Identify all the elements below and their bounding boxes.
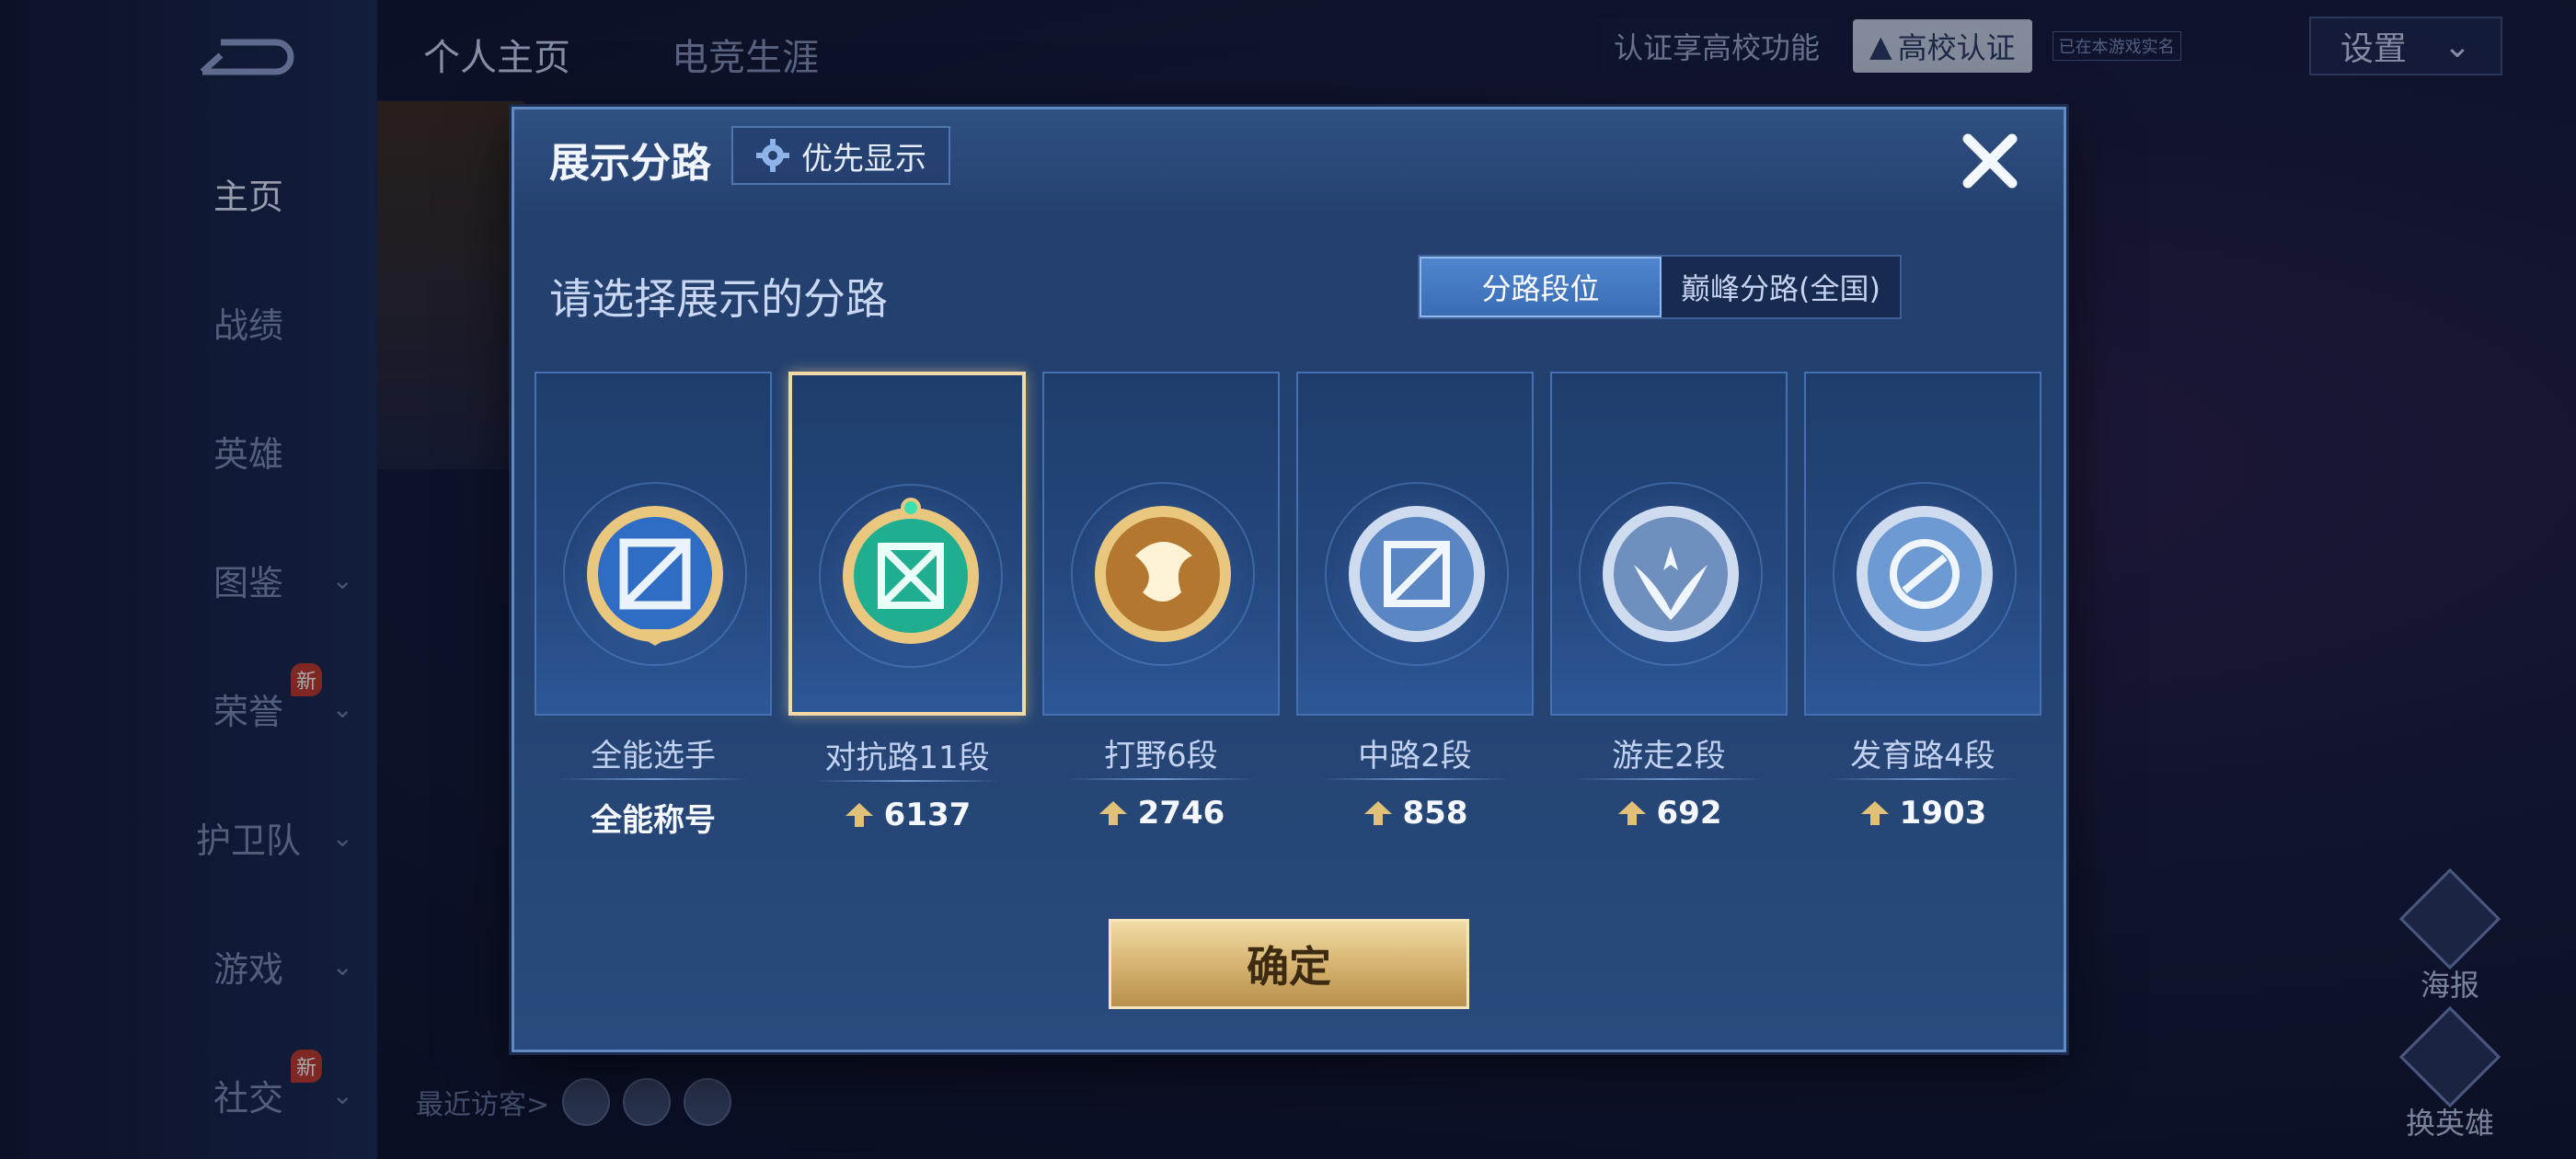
tab-lane-rank[interactable]: 分路段位	[1420, 257, 1662, 317]
lane-card-mid[interactable]: 中路2段 858	[1296, 372, 1534, 832]
lane-value-row: 全能称号	[536, 795, 770, 840]
rank-points-icon	[845, 803, 873, 827]
lane-card-roam[interactable]: 游走2段 692	[1550, 372, 1788, 832]
divider	[1320, 778, 1510, 780]
all-round-emblem-icon	[587, 506, 723, 646]
lane-value-row: 858	[1298, 795, 1532, 832]
lane-name: 打野6段	[1104, 738, 1218, 775]
lane-value-row: 2746	[1044, 795, 1278, 832]
gear-icon	[756, 139, 789, 172]
rank-points-icon	[1860, 801, 1889, 825]
lane-card-clash[interactable]: 对抗路11段 6137	[788, 372, 1026, 833]
lane-value-row: 692	[1552, 795, 1786, 832]
confirm-button[interactable]: 确定	[1109, 919, 1469, 1009]
divider	[1828, 778, 2018, 780]
lane-card-list: 全能选手 全能称号 对抗路11段 6137 打野6段 2746 中路2段 858…	[535, 372, 2049, 839]
roam-emblem-icon	[1603, 506, 1739, 642]
lane-value-row: 1903	[1806, 795, 2040, 832]
lane-value-row: 6137	[792, 797, 1022, 833]
tab-peak-lane[interactable]: 巅峰分路(全国)	[1662, 257, 1900, 317]
rank-points-icon	[1098, 801, 1127, 825]
clash-lane-emblem-icon	[843, 498, 979, 644]
close-icon	[1962, 133, 2018, 189]
lane-name: 游走2段	[1612, 738, 1726, 775]
lane-value: 全能称号	[591, 802, 716, 839]
rank-points-icon	[1617, 801, 1646, 825]
divider	[1066, 778, 1256, 780]
lane-card-all-round[interactable]: 全能选手 全能称号	[535, 372, 772, 839]
lane-value: 692	[1656, 795, 1722, 832]
lane-card-jungle[interactable]: 打野6段 2746	[1042, 372, 1280, 832]
rank-points-icon	[1363, 801, 1392, 825]
jungle-emblem-icon	[1095, 506, 1231, 642]
priority-display-button[interactable]: 优先显示	[731, 126, 950, 185]
lane-value: 858	[1402, 795, 1468, 832]
lane-card-farm[interactable]: 发育路4段 1903	[1804, 372, 2041, 832]
lane-name: 中路2段	[1358, 738, 1472, 775]
lane-value: 6137	[883, 797, 972, 833]
close-button[interactable]	[1953, 124, 2027, 198]
dialog-subtitle: 请选择展示的分路	[549, 274, 888, 324]
mid-lane-emblem-icon	[1349, 506, 1485, 642]
divider	[814, 780, 1000, 782]
divider	[558, 778, 748, 780]
confirm-label: 确定	[1247, 942, 1331, 992]
lane-name: 全能选手	[591, 738, 716, 775]
lane-value: 2746	[1137, 795, 1225, 832]
lane-name: 发育路4段	[1850, 738, 1995, 775]
farm-lane-emblem-icon	[1857, 506, 1993, 642]
lane-tab-group: 分路段位 巅峰分路(全国)	[1418, 255, 1902, 319]
lane-value: 1903	[1899, 795, 1987, 832]
dialog-title: 展示分路	[549, 140, 711, 187]
lane-name: 对抗路11段	[824, 740, 990, 776]
divider	[1574, 778, 1764, 780]
priority-display-label: 优先显示	[801, 140, 926, 178]
lane-display-dialog: 展示分路 优先显示 请选择展示的分路 分路段位 巅峰分路(全国) 全能选手 全能…	[512, 107, 2066, 1052]
